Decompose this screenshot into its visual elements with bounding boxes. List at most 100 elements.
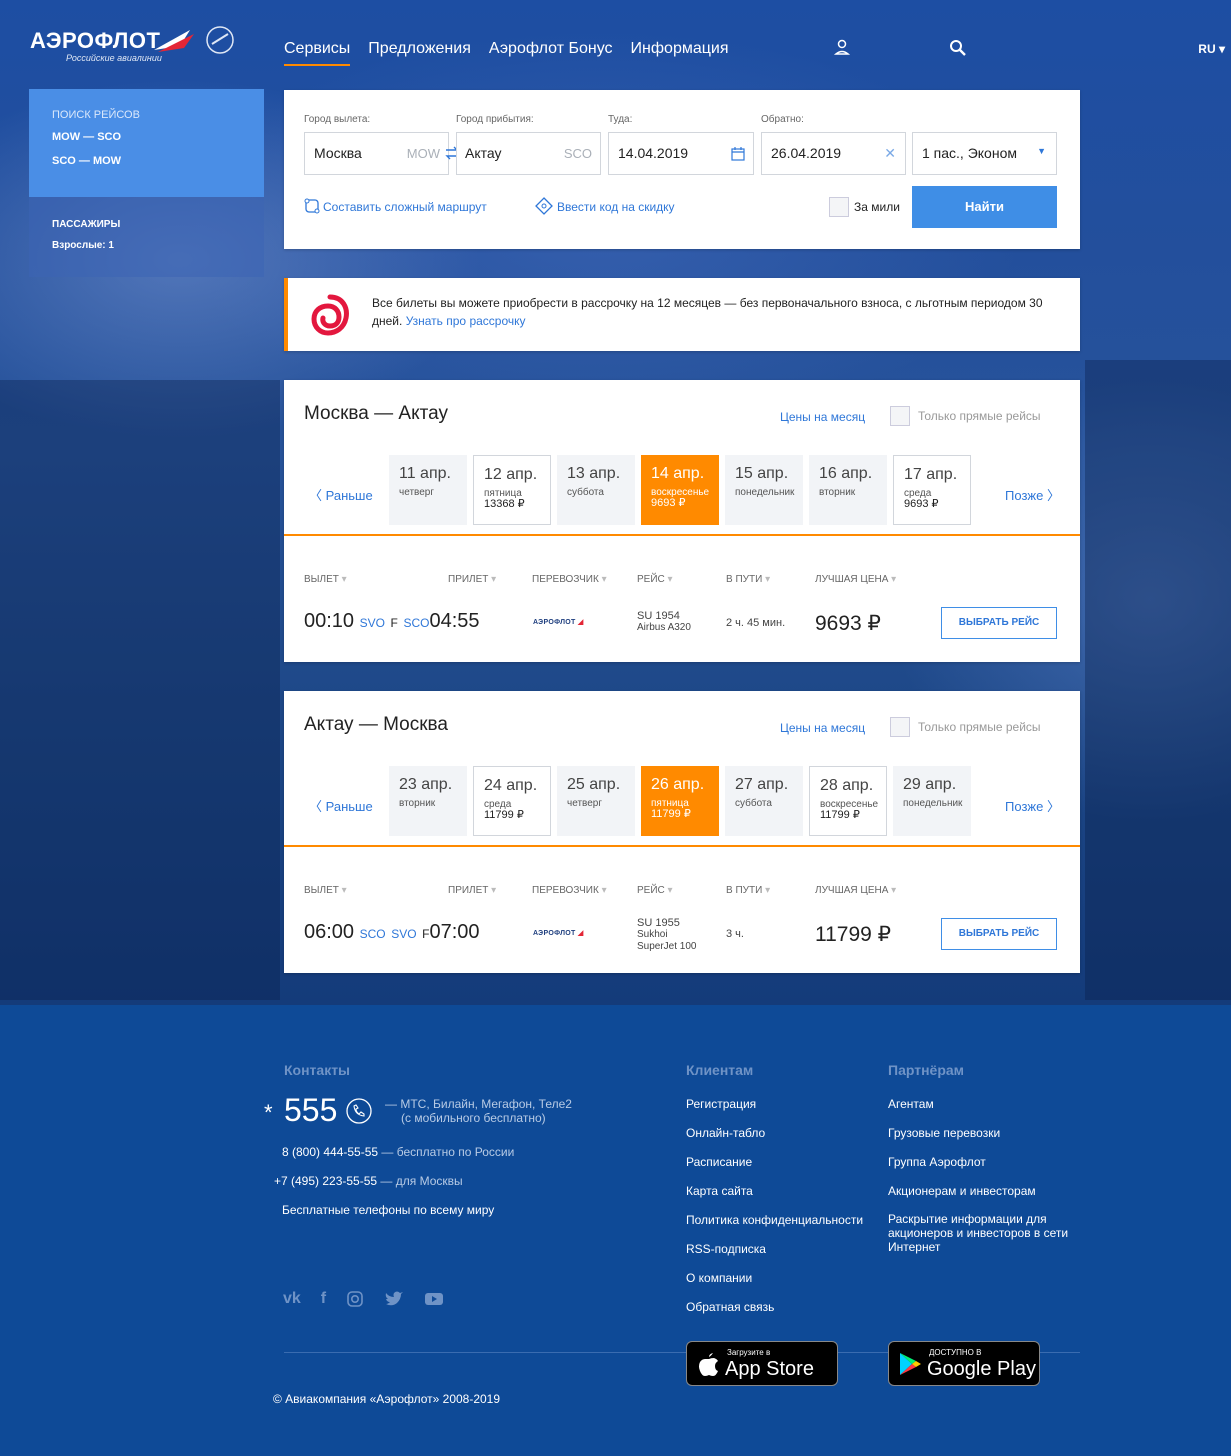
date-there-value: 14.04.2019 (618, 145, 689, 161)
passengers-select[interactable]: 1 пас., Эконом ▼ (912, 132, 1057, 175)
nav-offers[interactable]: Предложения (368, 40, 471, 66)
date-cell[interactable]: 24 апр. среда 11799 ₽ (473, 766, 551, 836)
earlier-button[interactable]: 〈 Раньше (309, 485, 373, 504)
date-back-field[interactable]: 26.04.2019 ✕ (761, 132, 906, 175)
date-cell[interactable]: 16 апр. вторник (809, 455, 887, 525)
sidebar: ПОИСК РЕЙСОВ MOW — SCO SCO — MOW ПАССАЖИ… (29, 89, 264, 277)
installment-banner: Все билеты вы можете приобрести в рассро… (284, 278, 1080, 351)
date-cell[interactable]: 15 апр. понедельник (725, 455, 803, 525)
partners-disclosure-link[interactable]: Раскрытие информации для акционеров и ин… (888, 1212, 1068, 1254)
col-best-price[interactable]: ЛУЧШАЯ ЦЕНА (815, 885, 896, 896)
sidebar-route-return[interactable]: SCO — MOW (52, 155, 264, 167)
col-carrier[interactable]: ПЕРЕВОЗЧИК (532, 574, 607, 585)
col-arrival[interactable]: ПРИЛЕТ (448, 885, 496, 896)
direct-only-checkbox[interactable] (890, 717, 910, 737)
col-departure[interactable]: ВЫЛЕТ (304, 574, 347, 585)
date-cell[interactable]: 17 апр. среда 9693 ₽ (893, 455, 971, 525)
main-nav: Сервисы Предложения Аэрофлот Бонус Инфор… (284, 40, 729, 66)
partners-link[interactable]: Группа Аэрофлот (888, 1155, 986, 1169)
clients-link[interactable]: Онлайн-табло (686, 1126, 765, 1140)
date-cell[interactable]: 27 апр. суббота (725, 766, 803, 836)
partners-link[interactable]: Агентам (888, 1097, 934, 1111)
partners-link[interactable]: Грузовые перевозки (888, 1126, 1000, 1140)
from-field[interactable]: Москва MOW (304, 132, 449, 175)
month-prices-link[interactable]: Цены на месяц (780, 721, 865, 735)
date-cell[interactable]: 14 апр. воскресенье 9693 ₽ (641, 455, 719, 525)
select-flight-button[interactable]: ВЫБРАТЬ РЕЙС (941, 607, 1057, 639)
col-duration[interactable]: В ПУТИ (726, 885, 770, 896)
direct-only-checkbox[interactable] (890, 406, 910, 426)
phone-russia-note: — бесплатно по России (381, 1145, 515, 1159)
date-day: 27 апр. (735, 776, 789, 793)
nav-services[interactable]: Сервисы (284, 40, 351, 66)
instagram-icon[interactable] (346, 1290, 364, 1308)
sidebar-route-outbound[interactable]: MOW — SCO (52, 131, 264, 143)
earlier-button[interactable]: 〈 Раньше (309, 796, 373, 815)
installment-link[interactable]: Узнать про рассрочку (406, 314, 526, 328)
short-number[interactable]: 555 (284, 1092, 337, 1129)
col-arrival[interactable]: ПРИЛЕТ (448, 574, 496, 585)
select-flight-button[interactable]: ВЫБРАТЬ РЕЙС (941, 918, 1057, 950)
clients-link[interactable]: RSS-подписка (686, 1242, 766, 1256)
date-day: 16 апр. (819, 465, 873, 482)
carrier-wing-icon: ◢ (577, 930, 584, 937)
clients-link[interactable]: Политика конфиденциальности (686, 1213, 863, 1227)
twitter-icon[interactable] (384, 1290, 404, 1308)
date-cell[interactable]: 29 апр. понедельник (893, 766, 971, 836)
col-departure[interactable]: ВЫЛЕТ (304, 885, 347, 896)
search-icon[interactable] (948, 38, 968, 58)
later-button[interactable]: Позже 〉 (1005, 796, 1060, 815)
clients-link[interactable]: О компании (686, 1271, 752, 1285)
sidebar-search-block[interactable]: ПОИСК РЕЙСОВ MOW — SCO SCO — MOW (29, 89, 264, 197)
clients-link[interactable]: Расписание (686, 1155, 752, 1169)
miles-checkbox[interactable] (829, 197, 849, 217)
complex-route-link[interactable]: Составить сложный маршрут (323, 200, 487, 214)
to-field[interactable]: Актау SCO (456, 132, 601, 175)
language-selector[interactable]: RU ▾ (1198, 42, 1225, 56)
nav-info[interactable]: Информация (631, 40, 729, 66)
aircraft: Airbus A320 (637, 622, 691, 633)
col-best-price[interactable]: ЛУЧШАЯ ЦЕНА (815, 574, 896, 585)
youtube-icon[interactable] (424, 1290, 444, 1308)
clients-link[interactable]: Регистрация (686, 1097, 756, 1111)
free-phones-link[interactable]: Бесплатные телефоны по всему миру (282, 1203, 494, 1217)
clients-link[interactable]: Обратная связь (686, 1300, 774, 1314)
nav-bonus[interactable]: Аэрофлот Бонус (489, 40, 613, 66)
month-prices-link[interactable]: Цены на месяц (780, 410, 865, 424)
direct-only-toggle[interactable]: Только прямые рейсы (890, 717, 1041, 737)
partners-link[interactable]: Акционерам и инвесторам (888, 1184, 1036, 1198)
facebook-icon[interactable]: f (321, 1290, 326, 1308)
col-flight[interactable]: РЕЙС (637, 574, 673, 585)
date-cell[interactable]: 11 апр. четверг (389, 455, 467, 525)
date-cell[interactable]: 12 апр. пятница 13368 ₽ (473, 455, 551, 525)
date-cell[interactable]: 25 апр. четверг (557, 766, 635, 836)
date-day: 17 апр. (904, 466, 958, 483)
find-button[interactable]: Найти (912, 186, 1057, 228)
aeroflot-logo[interactable]: АЭРОФЛОТ Российские авиалинии (30, 26, 235, 68)
date-cell[interactable]: 13 апр. суббота (557, 455, 635, 525)
col-duration[interactable]: В ПУТИ (726, 574, 770, 585)
col-flight[interactable]: РЕЙС (637, 885, 673, 896)
sidebar-passengers-block[interactable]: ПАССАЖИРЫ Взрослые: 1 (29, 197, 264, 277)
date-cell[interactable]: 26 апр. пятница 11799 ₽ (641, 766, 719, 836)
google-play-badge[interactable]: ДОСТУПНО В Google Play (888, 1341, 1040, 1386)
clients-link[interactable]: Карта сайта (686, 1184, 753, 1198)
user-icon[interactable] (832, 38, 852, 58)
later-button[interactable]: Позже 〉 (1005, 485, 1060, 504)
promo-code-link[interactable]: Ввести код на скидку (557, 200, 675, 214)
calendar-icon[interactable] (731, 147, 745, 161)
date-there-field[interactable]: 14.04.2019 (608, 132, 754, 175)
date-cell[interactable]: 28 апр. воскресенье 11799 ₽ (809, 766, 887, 836)
earlier-label: Раньше (325, 488, 373, 503)
from-label: Город вылета: (304, 114, 371, 125)
date-cell[interactable]: 23 апр. вторник (389, 766, 467, 836)
col-carrier[interactable]: ПЕРЕВОЗЧИК (532, 885, 607, 896)
clear-icon[interactable]: ✕ (884, 133, 896, 174)
phone-russia[interactable]: 8 (800) 444-55-55 — бесплатно по России (282, 1145, 514, 1159)
phone-moscow[interactable]: +7 (495) 223-55-55 — для Москвы (274, 1174, 463, 1188)
vk-icon[interactable]: vk (283, 1290, 301, 1308)
date-day: 26 апр. (651, 776, 705, 793)
direct-only-toggle[interactable]: Только прямые рейсы (890, 406, 1041, 426)
sidebar-passengers-value: Взрослые: 1 (52, 240, 114, 251)
app-store-badge[interactable]: Загрузите в App Store (686, 1341, 838, 1386)
